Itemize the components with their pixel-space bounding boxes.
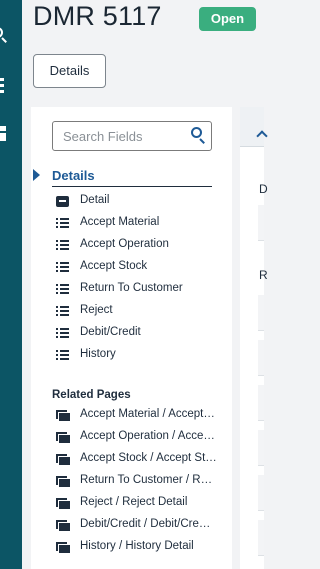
pages-icon <box>56 432 70 443</box>
search-fields-input[interactable]: Search Fields <box>52 121 212 151</box>
divider <box>52 186 212 187</box>
pages-icon <box>56 476 70 487</box>
related-item-accept-operation[interactable]: Accept Operation / Acce… <box>56 429 226 447</box>
left-sidebar <box>0 0 22 569</box>
nav-item-accept-stock[interactable]: Accept Stock <box>56 259 226 277</box>
list-icon <box>56 240 69 251</box>
nav-item-label: Debit/Credit <box>80 326 141 338</box>
nav-item-accept-material[interactable]: Accept Material <box>56 215 226 233</box>
list-icon <box>56 284 69 295</box>
related-item-history[interactable]: History / History Detail <box>56 539 226 557</box>
field-input[interactable] <box>258 205 264 241</box>
related-item-reject[interactable]: Reject / Reject Detail <box>56 495 226 513</box>
nav-item-label: Accept Stock <box>80 260 148 272</box>
list-icon <box>56 350 69 361</box>
related-item-label: Accept Material / Accept… <box>80 408 215 420</box>
nav-item-label: Accept Material <box>80 216 160 228</box>
detail-icon <box>56 196 69 207</box>
list-icon <box>56 328 69 339</box>
grid-icon[interactable] <box>0 126 22 148</box>
pages-icon <box>56 454 70 465</box>
related-item-debit-credit[interactable]: Debit/Credit / Debit/Cre… <box>56 517 226 535</box>
nav-item-accept-operation[interactable]: Accept Operation <box>56 237 226 255</box>
pages-icon <box>56 498 70 509</box>
nav-item-label: History <box>80 348 116 360</box>
list-icon <box>56 306 69 317</box>
nav-item-history[interactable]: History <box>56 347 226 365</box>
field-row[interactable] <box>258 520 264 556</box>
nav-item-return-to-customer[interactable]: Return To Customer <box>56 281 226 299</box>
navigation-panel: Search Fields Details Detail Accept Mate… <box>31 107 232 569</box>
field-label: D <box>259 182 268 196</box>
search-placeholder: Search Fields <box>63 129 143 144</box>
menu-dots-icon[interactable] <box>0 75 22 97</box>
caret-right-icon <box>33 169 40 181</box>
nav-item-label: Return To Customer <box>80 282 183 294</box>
related-pages-title: Related Pages <box>52 389 131 401</box>
pages-icon <box>56 520 70 531</box>
related-item-label: Accept Operation / Acce… <box>80 430 215 442</box>
related-item-label: Return To Customer / R… <box>80 474 213 486</box>
field-row[interactable] <box>258 430 264 466</box>
nav-item-debit-credit[interactable]: Debit/Credit <box>56 325 226 343</box>
nav-item-reject[interactable]: Reject <box>56 303 226 321</box>
related-item-accept-material[interactable]: Accept Material / Accept… <box>56 407 226 425</box>
search-icon[interactable] <box>191 127 205 144</box>
field-label: R <box>259 268 268 282</box>
related-item-label: Debit/Credit / Debit/Cre… <box>80 518 211 530</box>
field-row[interactable] <box>258 295 264 331</box>
nav-item-label: Detail <box>80 194 110 206</box>
nav-item-label: Reject <box>80 304 113 316</box>
related-item-label: History / History Detail <box>80 540 194 552</box>
field-row[interactable] <box>258 340 264 376</box>
field-row[interactable] <box>258 385 264 421</box>
page-title: DMR 5117 <box>33 1 162 31</box>
related-item-label: Reject / Reject Detail <box>80 496 188 508</box>
pages-icon <box>56 410 70 421</box>
section-title-details[interactable]: Details <box>52 168 95 183</box>
related-item-accept-stock[interactable]: Accept Stock / Accept St… <box>56 451 226 469</box>
field-row[interactable] <box>258 475 264 511</box>
details-button[interactable]: Details <box>33 54 106 88</box>
nav-item-detail[interactable]: Detail <box>56 193 226 211</box>
list-icon <box>56 262 69 273</box>
status-badge: Open <box>199 7 256 31</box>
related-item-return-to-customer[interactable]: Return To Customer / R… <box>56 473 226 491</box>
nav-item-label: Accept Operation <box>80 238 169 250</box>
list-icon <box>56 218 69 229</box>
related-item-label: Accept Stock / Accept St… <box>80 452 217 464</box>
search-icon[interactable] <box>0 24 22 46</box>
pages-icon <box>56 542 70 553</box>
